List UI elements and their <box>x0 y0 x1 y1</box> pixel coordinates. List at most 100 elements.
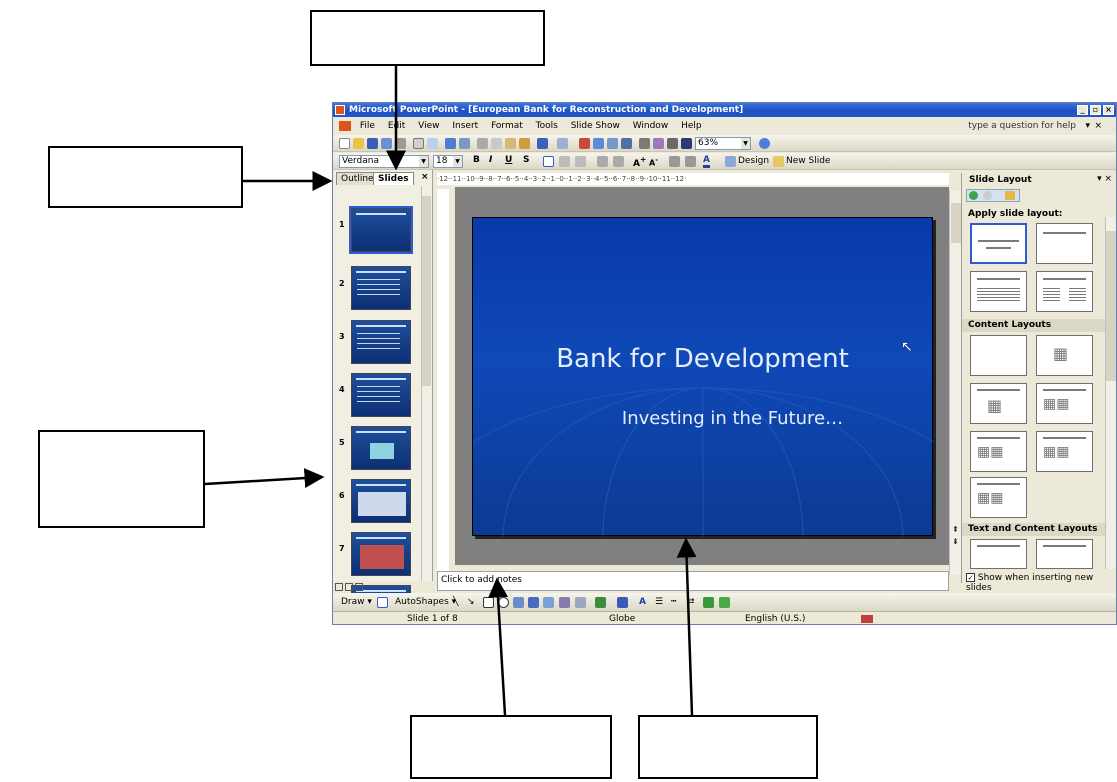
print-preview-icon[interactable] <box>427 138 438 149</box>
new-slide-icon[interactable] <box>773 156 784 167</box>
help-icon[interactable] <box>759 138 770 149</box>
tab-slides[interactable]: Slides <box>373 172 414 185</box>
spelling-status-icon[interactable] <box>861 615 873 623</box>
font-size-dropdown-icon[interactable]: ▼ <box>453 156 462 167</box>
expand-all-icon[interactable] <box>639 138 650 149</box>
slide-subtitle[interactable]: Investing in the Future… <box>473 408 932 429</box>
minimize-button[interactable]: _ <box>1077 105 1088 115</box>
open-icon[interactable] <box>353 138 364 149</box>
research-icon[interactable] <box>459 138 470 149</box>
layout-title-only[interactable] <box>1036 223 1093 264</box>
grid-icon[interactable] <box>667 138 678 149</box>
copy-icon[interactable] <box>491 138 502 149</box>
menu-file[interactable]: File <box>360 121 375 131</box>
close-button[interactable]: × <box>1103 105 1114 115</box>
slide-title[interactable]: Bank for Development <box>473 344 932 374</box>
doc-close-icon[interactable]: × <box>1094 118 1102 134</box>
increase-indent-icon[interactable] <box>685 156 696 167</box>
layout-content[interactable]: ▦ <box>1036 335 1093 376</box>
align-left-icon[interactable] <box>543 156 554 167</box>
text-box-icon[interactable] <box>513 597 524 608</box>
line-icon[interactable]: ╲ <box>453 593 458 611</box>
help-dropdown-icon[interactable]: ▾ <box>1085 118 1090 134</box>
task-pane-scroll-thumb[interactable] <box>1106 231 1116 381</box>
slide-scroll-thumb[interactable] <box>951 203 961 243</box>
slide-thumbnail-6[interactable] <box>351 479 411 523</box>
document-icon[interactable] <box>339 120 351 131</box>
layout-title-four-content[interactable]: ▦▦ <box>970 477 1027 518</box>
color-grayscale-icon[interactable] <box>681 138 692 149</box>
layout-title-two-content-over[interactable]: ▦▦ <box>1036 431 1093 472</box>
layout-title-text[interactable] <box>970 271 1027 312</box>
layout-title-content-text[interactable] <box>1036 539 1093 569</box>
autoshapes-menu-button[interactable]: AutoShapes ▾ <box>395 593 456 611</box>
next-slide-icon[interactable]: ⇟ <box>952 537 959 546</box>
layout-title-two-content[interactable]: ▦▦ <box>1036 383 1093 424</box>
slide-thumbnail-3[interactable] <box>351 320 411 364</box>
zoom-dropdown-icon[interactable]: ▼ <box>741 138 750 149</box>
slide-thumbnail-1[interactable] <box>349 206 413 254</box>
italic-icon[interactable]: I <box>489 155 492 165</box>
line-style-icon[interactable]: ☰ <box>655 593 663 611</box>
font-color-icon[interactable]: A <box>703 155 710 168</box>
normal-view-icon[interactable] <box>335 583 343 591</box>
select-objects-icon[interactable] <box>377 597 388 608</box>
menu-help[interactable]: Help <box>681 121 702 131</box>
arrow-style-icon[interactable]: ⇄ <box>687 593 695 611</box>
tables-borders-icon[interactable] <box>607 138 618 149</box>
align-right-icon[interactable] <box>575 156 586 167</box>
draw-font-color-icon[interactable]: A <box>639 593 646 611</box>
new-icon[interactable] <box>339 138 350 149</box>
slide-thumbnail-5[interactable] <box>351 426 411 470</box>
slides-pane-scroll-thumb[interactable] <box>422 196 431 386</box>
layout-title-text-content[interactable] <box>970 539 1027 569</box>
3d-style-icon[interactable] <box>719 597 730 608</box>
menu-insert[interactable]: Insert <box>452 121 478 131</box>
slide-show-icon[interactable] <box>355 583 363 591</box>
clip-art-icon[interactable] <box>559 597 570 608</box>
slides-pane-scrollbar[interactable] <box>421 186 431 581</box>
print-icon[interactable] <box>413 138 424 149</box>
design-icon[interactable] <box>725 156 736 167</box>
home-icon[interactable] <box>1005 191 1015 200</box>
diagram-icon[interactable] <box>543 597 554 608</box>
rectangle-icon[interactable] <box>483 597 494 608</box>
decrease-indent-icon[interactable] <box>669 156 680 167</box>
undo-icon[interactable] <box>537 138 548 149</box>
font-name-dropdown-icon[interactable]: ▼ <box>419 156 428 167</box>
bullets-icon[interactable] <box>613 156 624 167</box>
fill-color-icon[interactable] <box>595 597 606 608</box>
menu-slide-show[interactable]: Slide Show <box>571 121 620 131</box>
layout-title-content-two[interactable]: ▦▦ <box>970 431 1027 472</box>
layout-title-content[interactable]: ▦ <box>970 383 1027 424</box>
insert-chart-icon[interactable] <box>579 138 590 149</box>
task-pane-close-icon[interactable]: ▾ × <box>1097 174 1112 184</box>
design-button[interactable]: Design <box>738 156 769 166</box>
email-icon[interactable] <box>395 138 406 149</box>
save-icon[interactable] <box>367 138 378 149</box>
slide-thumbnail-2[interactable] <box>351 266 411 310</box>
arrow-icon[interactable]: ↘ <box>467 593 475 611</box>
line-color-icon[interactable] <box>617 597 628 608</box>
show-when-inserting-checkbox[interactable]: ✓ <box>966 573 975 582</box>
font-size-select[interactable]: 18 ▼ <box>433 155 463 168</box>
redo-icon[interactable] <box>557 138 568 149</box>
shadow-style-icon[interactable] <box>703 597 714 608</box>
task-pane-scrollbar[interactable] <box>1105 217 1116 569</box>
bold-icon[interactable]: B <box>473 155 480 165</box>
format-painter-icon[interactable] <box>519 138 530 149</box>
menu-tools[interactable]: Tools <box>536 121 558 131</box>
notes-pane[interactable]: Click to add notes <box>437 571 949 591</box>
oval-icon[interactable] <box>498 597 509 608</box>
insert-table-icon[interactable] <box>593 138 604 149</box>
menu-edit[interactable]: Edit <box>388 121 405 131</box>
layout-blank[interactable] <box>970 335 1027 376</box>
menu-window[interactable]: Window <box>633 121 669 131</box>
increase-font-icon[interactable]: A+ <box>633 155 646 169</box>
cut-icon[interactable] <box>477 138 488 149</box>
numbering-icon[interactable] <box>597 156 608 167</box>
previous-slide-icon[interactable]: ⇞ <box>952 525 959 534</box>
shadow-icon[interactable]: S <box>523 155 529 165</box>
wordart-icon[interactable] <box>528 597 539 608</box>
hyperlink-icon[interactable] <box>621 138 632 149</box>
